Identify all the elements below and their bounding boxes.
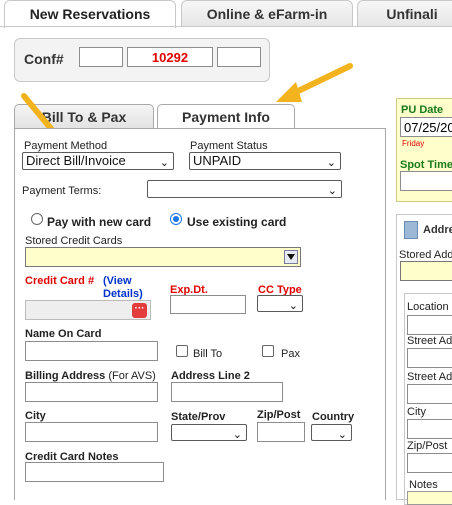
address-book-icon bbox=[404, 221, 418, 239]
pu-date-input[interactable] bbox=[400, 117, 452, 137]
tab-unfinalized[interactable]: Unfinali bbox=[357, 0, 452, 26]
use-existing-card-radio[interactable] bbox=[170, 213, 182, 225]
conf-box: Conf# bbox=[14, 38, 270, 82]
chevron-down-icon: ⌄ bbox=[326, 157, 336, 169]
address-header: Addre bbox=[423, 224, 452, 236]
name-on-card-label: Name On Card bbox=[25, 328, 102, 340]
stored-address-label: Stored Addr bbox=[399, 249, 452, 261]
street-address-1-label: Street Ad bbox=[407, 335, 452, 347]
right-zip-label: Zip/Post bbox=[407, 440, 448, 452]
payment-method-value: Direct Bill/Invoice bbox=[26, 153, 126, 168]
bill-to-checkbox[interactable] bbox=[176, 345, 188, 357]
billing-address-input[interactable] bbox=[25, 382, 158, 402]
pu-date-label: PU Date bbox=[401, 104, 444, 116]
address-line-2-input[interactable] bbox=[171, 382, 283, 402]
zip-post-input[interactable] bbox=[257, 422, 305, 442]
stored-cards-label: Stored Credit Cards bbox=[25, 235, 123, 247]
city-input[interactable] bbox=[25, 422, 158, 442]
tab-baseline bbox=[0, 26, 452, 27]
right-zip-input[interactable] bbox=[407, 453, 452, 473]
billing-address-text: Billing Address bbox=[25, 370, 106, 382]
name-on-card-input[interactable] bbox=[25, 341, 158, 361]
chevron-down-icon: ⌄ bbox=[327, 185, 337, 197]
country-select[interactable]: ⌄ bbox=[311, 424, 352, 441]
state-prov-label: State/Prov bbox=[171, 411, 226, 423]
chevron-down-icon: ⌄ bbox=[159, 157, 169, 169]
pax-checkbox[interactable] bbox=[262, 345, 274, 357]
right-city-input[interactable] bbox=[407, 419, 452, 439]
pu-day-text: Friday bbox=[402, 139, 425, 148]
chevron-down-icon: ⌄ bbox=[337, 429, 347, 441]
tab-new-reservations[interactable]: New Reservations bbox=[4, 0, 176, 28]
location-label: Location I bbox=[407, 301, 452, 313]
card-lookup-icon[interactable]: ··· bbox=[132, 303, 147, 318]
right-notes-input[interactable] bbox=[407, 491, 452, 505]
payment-terms-label: Payment Terms: bbox=[22, 185, 102, 197]
caret-down-icon bbox=[287, 254, 295, 260]
conf-suffix-input[interactable] bbox=[217, 47, 261, 67]
country-label: Country bbox=[312, 411, 355, 423]
conf-prefix-input[interactable] bbox=[79, 47, 123, 67]
arrow-annotation-icon bbox=[276, 63, 353, 102]
cc-number-label: Credit Card # bbox=[25, 275, 95, 287]
chevron-down-icon: ⌄ bbox=[288, 300, 298, 312]
view-details-link[interactable]: (View Details) bbox=[103, 275, 163, 301]
location-input[interactable] bbox=[407, 315, 452, 335]
payment-method-label: Payment Method bbox=[24, 140, 108, 152]
address-panel: Addre Stored Addr Location I Street Ad S… bbox=[396, 214, 452, 505]
billing-address-label: Billing Address (For AVS) bbox=[25, 370, 156, 382]
conf-label: Conf# bbox=[24, 51, 64, 67]
pay-new-card-radio[interactable] bbox=[31, 213, 43, 225]
conf-number-input[interactable] bbox=[127, 47, 213, 67]
use-existing-card-label: Use existing card bbox=[187, 215, 287, 229]
payment-status-label: Payment Status bbox=[190, 140, 268, 152]
pay-new-card-label: Pay with new card bbox=[47, 215, 152, 229]
right-notes-label: Notes bbox=[409, 479, 438, 491]
tab-online-efarm-in[interactable]: Online & eFarm-in bbox=[181, 0, 353, 26]
city-label: City bbox=[25, 410, 46, 422]
exp-date-input[interactable] bbox=[170, 295, 246, 314]
street-address-2-label: Street Ad bbox=[407, 371, 452, 383]
pu-date-panel: PU Date Friday Spot Time bbox=[396, 98, 452, 202]
pax-checkbox-label: Pax bbox=[281, 348, 300, 360]
street-address-2-input[interactable] bbox=[407, 384, 452, 404]
stored-cards-select[interactable] bbox=[25, 247, 301, 267]
spot-time-label: Spot Time bbox=[400, 159, 452, 171]
chevron-down-icon: ⌄ bbox=[232, 429, 242, 441]
address-line-2-label: Address Line 2 bbox=[171, 370, 250, 382]
payment-terms-select[interactable]: ⌄ bbox=[147, 180, 342, 198]
payment-status-select[interactable]: UNPAID ⌄ bbox=[189, 152, 341, 170]
payment-status-value: UNPAID bbox=[193, 153, 242, 168]
cc-type-select[interactable]: ⌄ bbox=[257, 295, 303, 312]
zip-post-label: Zip/Post bbox=[257, 409, 301, 421]
billing-address-sub: (For AVS) bbox=[108, 370, 156, 382]
credit-card-notes-input[interactable] bbox=[25, 462, 164, 482]
stored-address-select[interactable] bbox=[400, 261, 452, 281]
payment-method-select[interactable]: Direct Bill/Invoice ⌄ bbox=[22, 152, 174, 170]
bill-to-checkbox-label: Bill To bbox=[193, 348, 223, 360]
right-city-label: City bbox=[407, 406, 426, 418]
dropdown-button[interactable] bbox=[284, 250, 298, 264]
state-prov-select[interactable]: ⌄ bbox=[171, 424, 247, 441]
spot-time-input[interactable] bbox=[400, 171, 452, 191]
street-address-1-input[interactable] bbox=[407, 348, 452, 368]
